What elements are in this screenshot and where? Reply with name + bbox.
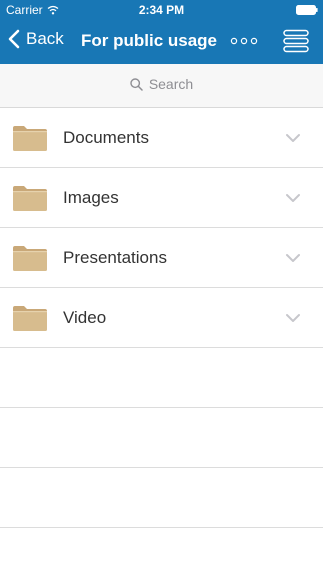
- folder-item-images[interactable]: Images: [0, 168, 323, 228]
- page-title: For public usage: [81, 31, 218, 50]
- chevron-down-icon[interactable]: [285, 193, 301, 203]
- status-bar: Carrier 2:34 PM: [0, 0, 323, 20]
- empty-row: [0, 408, 323, 468]
- status-time: 2:34 PM: [138, 3, 185, 17]
- empty-row: [0, 348, 323, 408]
- menu-icon[interactable]: [283, 29, 309, 53]
- folder-list: Documents Images Presentations Video: [0, 108, 323, 528]
- empty-row: [0, 468, 323, 528]
- search-placeholder: Search: [148, 76, 194, 92]
- folder-label: Images: [63, 188, 119, 207]
- back-button[interactable]: Back: [8, 29, 64, 49]
- folder-label: Documents: [63, 128, 149, 147]
- chevron-down-icon[interactable]: [285, 133, 301, 143]
- more-options-icon[interactable]: [229, 32, 259, 50]
- app-screen: Carrier 2:34 PM Back For public usage Se…: [0, 0, 323, 565]
- folder-label: Video: [63, 308, 107, 327]
- chevron-down-icon[interactable]: [285, 253, 301, 263]
- chevron-down-icon[interactable]: [285, 313, 301, 323]
- search-input[interactable]: Search: [0, 76, 323, 92]
- folder-icon: [13, 186, 47, 211]
- folder-icon: [13, 306, 47, 331]
- folder-icon: [13, 126, 47, 151]
- folder-item-video[interactable]: Video: [0, 288, 323, 348]
- navigation-bar: Back For public usage: [0, 20, 323, 64]
- back-chevron-icon: [8, 29, 20, 49]
- back-label: Back: [26, 29, 64, 48]
- battery-icon: [296, 5, 318, 15]
- folder-item-presentations[interactable]: Presentations: [0, 228, 323, 288]
- search-bar: Search: [0, 64, 323, 108]
- folder-icon: [13, 246, 47, 271]
- search-icon: [130, 77, 143, 91]
- folder-item-documents[interactable]: Documents: [0, 108, 323, 168]
- folder-label: Presentations: [63, 248, 167, 267]
- header: Carrier 2:34 PM Back For public usage: [0, 0, 323, 64]
